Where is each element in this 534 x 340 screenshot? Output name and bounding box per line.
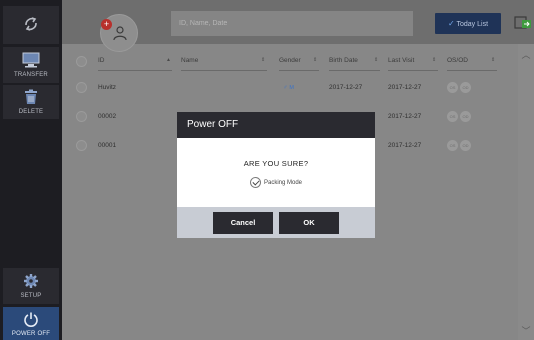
top-bar: + ID, Name, Date ✓ Today List bbox=[62, 0, 534, 52]
today-list-label: Today List bbox=[456, 21, 489, 28]
os-od-indicators: OS OD bbox=[447, 111, 471, 122]
dialog-question: ARE YOU SURE? bbox=[243, 159, 309, 168]
transfer-button[interactable]: TRANSFER bbox=[3, 47, 59, 83]
os-indicator: OS bbox=[447, 82, 458, 93]
scrollbar[interactable]: ︿ ﹀ bbox=[518, 44, 534, 340]
os-indicator: OS bbox=[447, 140, 458, 151]
sort-icon: ⇕ bbox=[432, 57, 437, 63]
row-gender: ♂ M bbox=[283, 85, 294, 91]
gear-icon bbox=[23, 273, 39, 291]
select-all-checkbox[interactable] bbox=[76, 56, 87, 67]
sort-icon: ⇕ bbox=[491, 57, 496, 63]
sort-icon: ▲ bbox=[166, 57, 171, 63]
row-checkbox[interactable] bbox=[76, 82, 87, 93]
table-row[interactable]: Huvitz ♂ M 2017-12-27 2017-12-27 OS OD bbox=[62, 74, 518, 102]
packing-mode-option[interactable]: Packing Mode bbox=[177, 177, 375, 188]
row-id: 00002 bbox=[98, 113, 117, 120]
chevron-down-icon[interactable]: ﹀ bbox=[521, 326, 531, 336]
packing-mode-label: Packing Mode bbox=[263, 179, 303, 186]
row-last-visit: 2017-12-27 bbox=[388, 113, 422, 120]
sort-icon: ⇕ bbox=[261, 57, 266, 63]
trash-icon bbox=[24, 89, 38, 107]
delete-button[interactable]: DELETE bbox=[3, 85, 59, 119]
column-header-id[interactable]: ID bbox=[98, 52, 172, 71]
dialog-title: Power OFF bbox=[177, 112, 375, 138]
column-header-last-visit[interactable]: Last Visit bbox=[388, 52, 438, 71]
male-icon: ♂ bbox=[283, 85, 288, 91]
ok-button[interactable]: OK bbox=[279, 211, 339, 234]
chevron-up-icon[interactable]: ︿ bbox=[521, 50, 531, 60]
row-id: 00001 bbox=[98, 142, 117, 149]
transfer-icon bbox=[22, 52, 40, 70]
row-checkbox[interactable] bbox=[76, 140, 87, 151]
row-id: Huvitz bbox=[98, 84, 117, 91]
column-header-birth-date[interactable]: Birth Date bbox=[329, 52, 380, 71]
power-off-button[interactable]: POWER OFF bbox=[3, 307, 59, 340]
row-birth-date: 2017-12-27 bbox=[329, 84, 363, 91]
dialog-footer: Cancel OK bbox=[177, 207, 375, 238]
sort-icon: ⇕ bbox=[313, 57, 318, 63]
check-icon: ✓ bbox=[447, 19, 455, 28]
exit-icon[interactable] bbox=[514, 16, 532, 30]
check-circle-icon[interactable] bbox=[249, 177, 261, 188]
transfer-label: TRANSFER bbox=[14, 72, 48, 78]
new-patient-button[interactable]: + bbox=[100, 14, 138, 52]
power-off-label: POWER OFF bbox=[11, 330, 51, 337]
od-indicator: OD bbox=[460, 111, 471, 122]
column-header-name[interactable]: Name bbox=[181, 52, 267, 71]
column-header-os-od[interactable]: OS/OD bbox=[447, 52, 497, 71]
os-od-indicators: OS OD bbox=[447, 82, 471, 93]
sidebar: TRANSFER DELETE SETUP POWER OFF bbox=[0, 0, 62, 340]
power-off-dialog: Power OFF ARE YOU SURE? Packing Mode Can… bbox=[177, 112, 375, 238]
row-last-visit: 2017-12-27 bbox=[388, 142, 422, 149]
os-indicator: OS bbox=[447, 111, 458, 122]
today-list-button[interactable]: ✓ Today List bbox=[435, 13, 501, 34]
table-header: ID ▲ Name ⇕ Gender ⇕ Birth Date ⇕ Last V… bbox=[62, 52, 518, 74]
setup-button[interactable]: SETUP bbox=[3, 268, 59, 304]
row-last-visit: 2017-12-27 bbox=[388, 84, 422, 91]
sync-button[interactable] bbox=[3, 6, 59, 44]
plus-icon: + bbox=[101, 19, 112, 30]
setup-label: SETUP bbox=[20, 293, 42, 299]
row-checkbox[interactable] bbox=[76, 111, 87, 122]
cancel-button[interactable]: Cancel bbox=[213, 211, 273, 234]
person-icon bbox=[112, 25, 128, 46]
power-icon bbox=[23, 311, 39, 329]
search-input[interactable]: ID, Name, Date bbox=[171, 11, 413, 36]
od-indicator: OD bbox=[460, 82, 471, 93]
dialog-body: ARE YOU SURE? Packing Mode bbox=[177, 138, 375, 207]
sort-icon: ⇕ bbox=[374, 57, 379, 63]
os-od-indicators: OS OD bbox=[447, 140, 471, 151]
od-indicator: OD bbox=[460, 140, 471, 151]
delete-label: DELETE bbox=[18, 109, 44, 115]
sync-icon bbox=[23, 16, 39, 34]
